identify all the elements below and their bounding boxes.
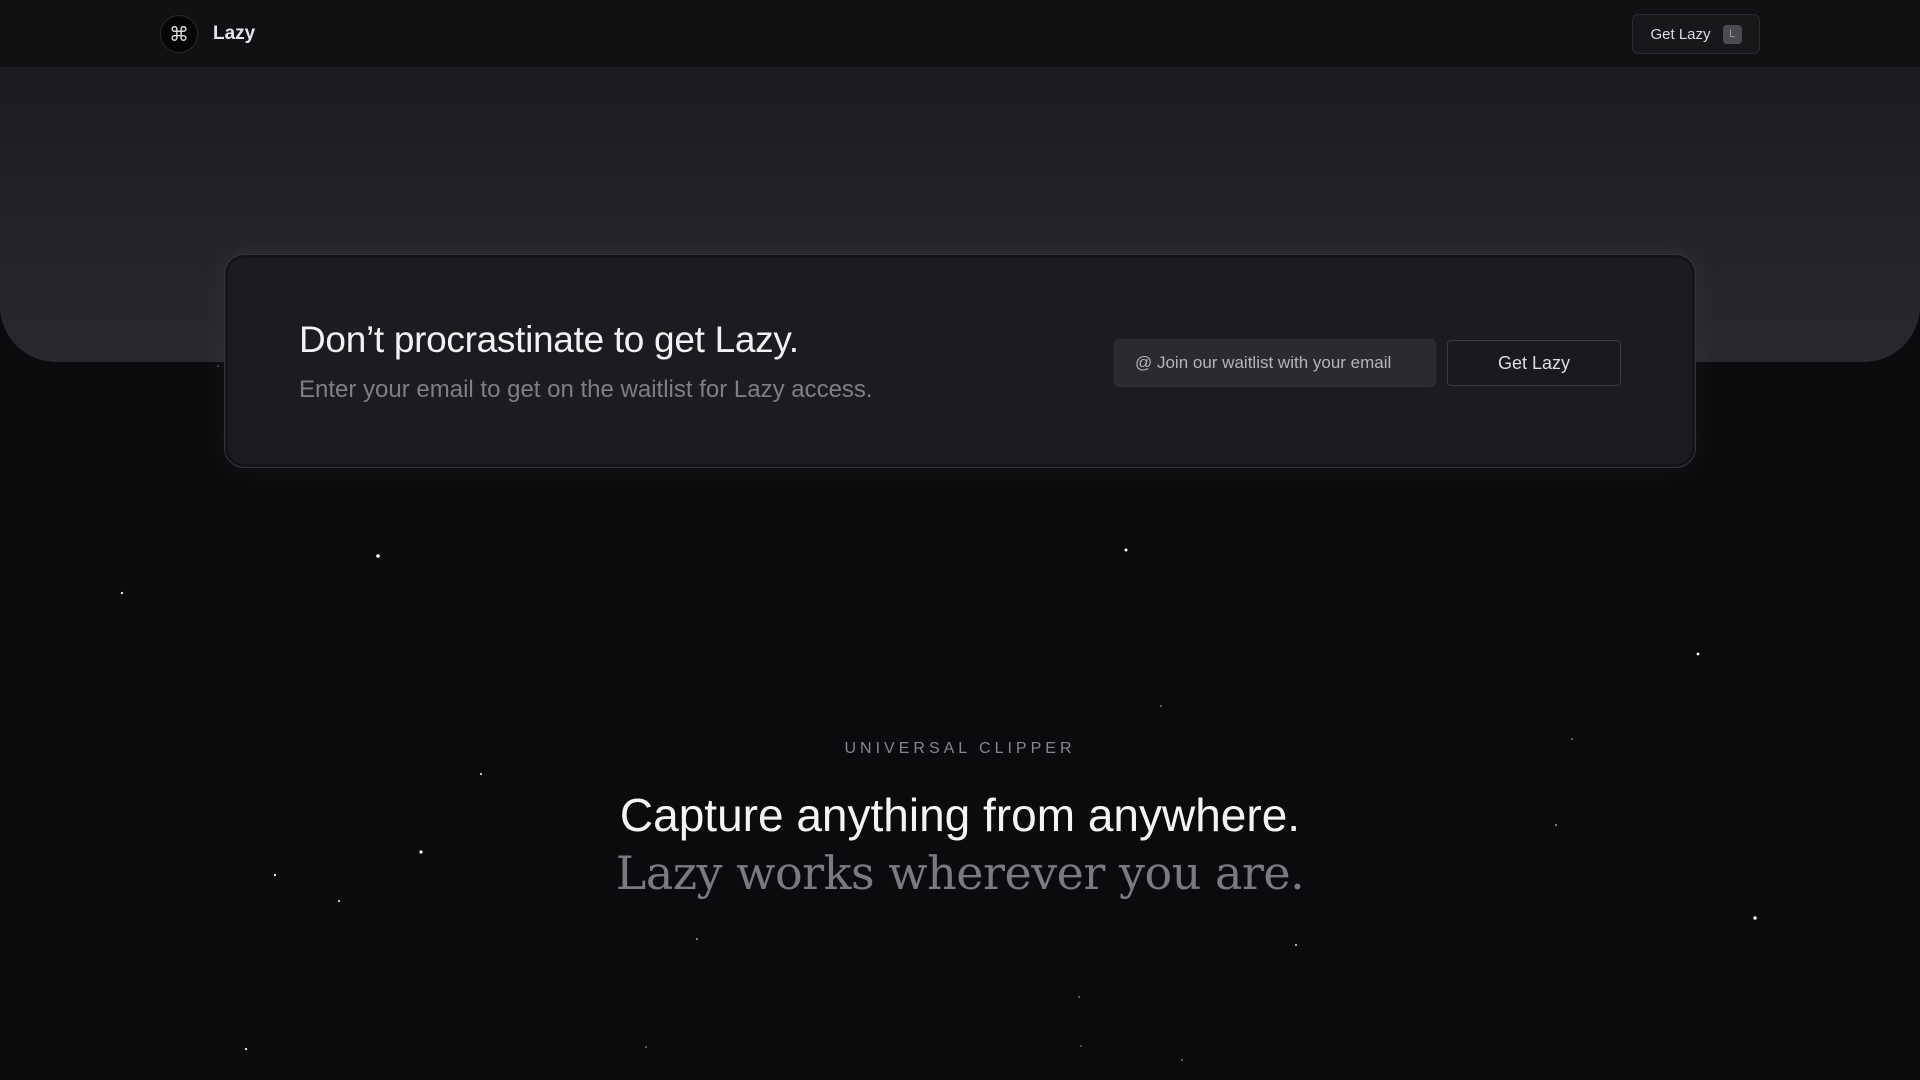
star: [120, 591, 124, 595]
star: [1124, 548, 1128, 552]
star: [1181, 1059, 1183, 1061]
star: [338, 900, 340, 902]
keyboard-shortcut-badge: L: [1722, 24, 1742, 44]
nav-get-lazy-label: Get Lazy: [1650, 25, 1711, 43]
command-icon: ⌘: [160, 15, 198, 53]
top-navbar: ⌘ Lazy Get Lazy L: [0, 0, 1920, 68]
star: [696, 938, 698, 940]
star: [244, 1047, 248, 1051]
waitlist-card: Don’t procrastinate to get Lazy. Enter y…: [224, 254, 1696, 468]
star: [1080, 1045, 1082, 1047]
waitlist-title: Don’t procrastinate to get Lazy.: [299, 319, 799, 360]
star: [376, 554, 380, 558]
section-eyebrow: UNIVERSAL CLIPPER: [844, 740, 1076, 757]
star: [480, 773, 482, 775]
star: [1696, 652, 1700, 656]
star: [1160, 705, 1162, 707]
section-subtitle: Lazy works wherever you are.: [615, 846, 1305, 900]
waitlist-submit-button[interactable]: Get Lazy: [1447, 340, 1621, 386]
email-input[interactable]: [1114, 339, 1436, 387]
star: [217, 365, 219, 367]
brand-logo[interactable]: ⌘ Lazy: [160, 15, 255, 53]
section-title: Capture anything from anywhere.: [619, 789, 1301, 841]
star: [1295, 944, 1297, 946]
star: [1753, 916, 1757, 920]
star: [645, 1046, 647, 1048]
star: [1078, 996, 1080, 998]
brand-name: Lazy: [213, 23, 256, 44]
waitlist-subtitle: Enter your email to get on the waitlist …: [299, 376, 873, 403]
nav-get-lazy-button[interactable]: Get Lazy L: [1632, 14, 1760, 54]
